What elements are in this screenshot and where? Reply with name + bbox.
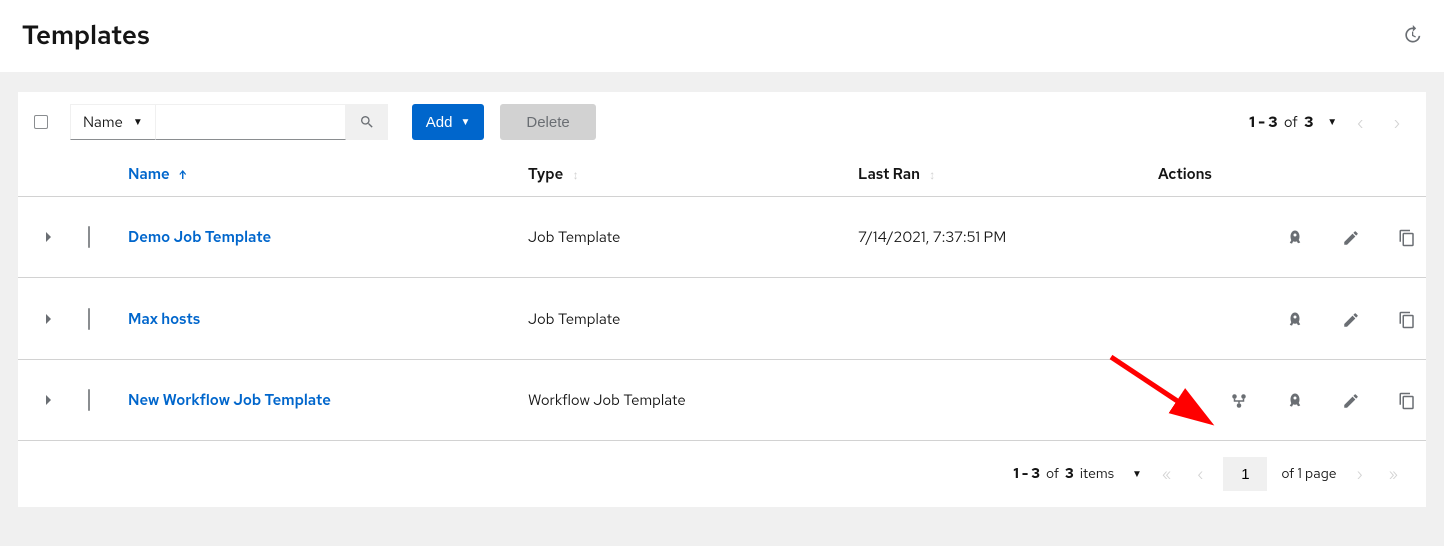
pager-next-button[interactable]: › <box>1384 112 1410 133</box>
expand-row-toggle[interactable] <box>46 232 51 242</box>
pager-last-button[interactable]: » <box>1383 464 1404 484</box>
template-name-link[interactable]: Max hosts <box>128 309 200 329</box>
filter-type-dropdown[interactable]: Name ▼ <box>70 104 156 140</box>
pager-next-button[interactable]: › <box>1351 464 1369 484</box>
table-row: Max hosts Job Template <box>18 278 1426 359</box>
delete-button-label: Delete <box>526 114 569 131</box>
edit-icon[interactable] <box>1342 229 1360 247</box>
page-suffix-label: of 1 page <box>1281 465 1336 483</box>
template-name-link[interactable]: Demo Job Template <box>128 227 271 247</box>
row-checkbox[interactable] <box>88 308 90 330</box>
launch-icon[interactable] <box>1286 229 1304 247</box>
template-last-ran-cell: 7/14/2021, 7:37:51 PM <box>848 197 1148 278</box>
page-number-input[interactable] <box>1223 457 1267 491</box>
column-header-actions: Actions <box>1148 152 1426 197</box>
add-button[interactable]: Add ▼ <box>412 104 485 140</box>
template-last-ran-cell <box>848 359 1148 440</box>
add-button-label: Add <box>426 114 453 131</box>
pager-range: 1 - 3 of 3 <box>1249 112 1313 132</box>
search-button[interactable] <box>346 104 388 140</box>
bottom-pager-count: 1 - 3 of 3 items <box>1013 465 1114 483</box>
pager-prev-button[interactable]: ‹ <box>1347 112 1373 133</box>
pager-first-button[interactable]: « <box>1156 464 1177 484</box>
items-per-page-dropdown[interactable]: ▼ <box>1132 468 1142 481</box>
row-checkbox[interactable] <box>88 389 90 411</box>
select-all-checkbox[interactable] <box>34 115 48 129</box>
launch-icon[interactable] <box>1286 392 1304 410</box>
template-type-cell: Workflow Job Template <box>518 359 848 440</box>
pager-prev-button[interactable]: ‹ <box>1191 464 1209 484</box>
delete-button: Delete <box>500 104 595 140</box>
launch-icon[interactable] <box>1286 311 1304 329</box>
sort-ascending-icon: ↑ <box>179 167 187 183</box>
table-row: Demo Job Template Job Template7/14/2021, … <box>18 197 1426 278</box>
template-name-link[interactable]: New Workflow Job Template <box>128 390 331 410</box>
filter-type-label: Name <box>83 112 123 132</box>
page-title: Templates <box>22 18 150 52</box>
per-page-dropdown[interactable]: ▼ <box>1327 116 1337 129</box>
expand-row-toggle[interactable] <box>46 395 51 405</box>
caret-down-icon: ▼ <box>460 117 470 128</box>
edit-icon[interactable] <box>1342 392 1360 410</box>
template-type-cell: Job Template <box>518 197 848 278</box>
caret-down-icon: ▼ <box>133 116 143 129</box>
sort-icon: ↕ <box>573 167 579 183</box>
sort-icon: ↕ <box>929 167 935 183</box>
search-icon <box>359 114 375 130</box>
expand-row-toggle[interactable] <box>46 314 51 324</box>
history-icon[interactable] <box>1402 25 1422 45</box>
column-header-type[interactable]: Type <box>528 164 563 184</box>
row-checkbox[interactable] <box>88 226 90 248</box>
filter-input[interactable] <box>156 104 346 140</box>
template-type-cell: Job Template <box>518 278 848 359</box>
edit-icon[interactable] <box>1342 311 1360 329</box>
copy-icon[interactable] <box>1398 311 1416 329</box>
visualizer-icon[interactable] <box>1230 392 1248 410</box>
copy-icon[interactable] <box>1398 229 1416 247</box>
template-last-ran-cell <box>848 278 1148 359</box>
column-header-name[interactable]: Name <box>128 164 170 184</box>
copy-icon[interactable] <box>1398 392 1416 410</box>
table-row: New Workflow Job Template Workflow Job Te… <box>18 359 1426 440</box>
column-header-last-ran[interactable]: Last Ran <box>858 164 920 184</box>
